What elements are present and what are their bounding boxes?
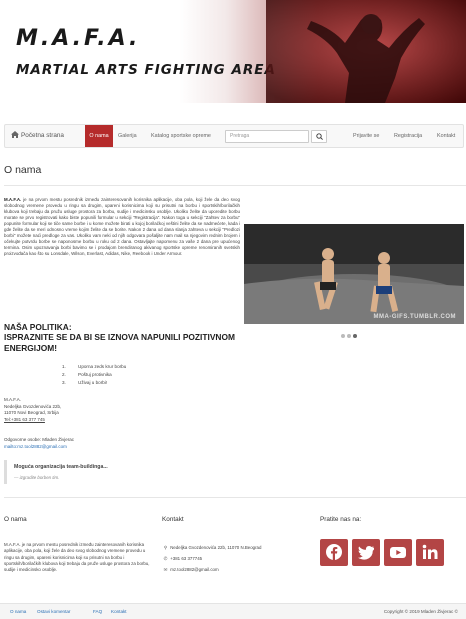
quote-text: Moguća organizacija team-buildinga...	[14, 464, 108, 470]
main-navbar: Početna strana O nama Galerija Katalog s…	[4, 124, 464, 148]
address-block: M.A.F.A. Nedeljka Gvozdenovića 22b, 1107…	[4, 397, 61, 423]
divider	[4, 185, 466, 186]
slider-dot-active[interactable]	[353, 334, 357, 338]
header-banner: M.A.F.A. MARTIAL ARTS FIGHTING AREA	[4, 0, 466, 103]
quote-footer: — izgradite borben tim.	[14, 475, 60, 480]
footer-bottom-bar: O nama Ostavi komentar FAQ Kontakt Copyr…	[0, 603, 466, 619]
intro-paragraph: M.A.F.A. je na prvom mestu posrednik izm…	[4, 197, 240, 257]
nav-home-link[interactable]: Početna strana	[11, 125, 64, 147]
intro-brand: M.A.F.A.	[4, 197, 22, 202]
nav-catalog-link[interactable]: Katalog sportske opreme	[151, 125, 211, 147]
list-item: 1. Uporna zeds krur borbu	[62, 364, 127, 369]
facebook-icon	[326, 544, 342, 560]
policy-text: ISPRAZNITE SE DA BI SE IZNOVA NAPUNILI P…	[4, 332, 235, 353]
owner-block: Odgovorne osobe: Mladen Živjerac mailto:…	[4, 437, 74, 450]
divider	[4, 497, 466, 498]
footer-about-heading: O nama	[4, 516, 27, 523]
email-link[interactable]: mailto:mz.tool2882@gmail.com	[4, 444, 74, 451]
contact-phone[interactable]: ✆ +381 63 377745	[162, 553, 261, 564]
contact-email[interactable]: ✉ mz.tool2882@gmail.com	[162, 564, 261, 575]
list-item: 3. Uživaj u borbi!	[62, 380, 108, 385]
nav-about-link[interactable]: O nama	[85, 125, 113, 147]
youtube-icon	[390, 547, 406, 558]
footer-contact-list: ⚲ Nedeljka Gvozdenovića 22b, 11070 N.Beo…	[162, 542, 262, 575]
map-marker-icon: ⚲	[163, 545, 168, 550]
search-input[interactable]: Pretraga	[225, 130, 309, 143]
slider-watermark: MMA-GIFS.TUMBLR.COM	[373, 314, 456, 320]
blockquote: Moguća organizacija team-buildinga... — …	[4, 460, 240, 484]
fight-photo	[244, 224, 464, 324]
footer-link-comment[interactable]: Ostavi komentar	[37, 609, 70, 614]
nav-register-link[interactable]: Registracija	[394, 125, 422, 147]
nav-login-link[interactable]: Prijavite se	[353, 125, 379, 147]
twitter-icon	[358, 546, 374, 560]
envelope-icon: ✉	[163, 567, 168, 572]
linkedin-icon	[422, 544, 438, 559]
linkedin-button[interactable]	[416, 539, 444, 566]
policy-heading: NAŠA POLITIKA:	[4, 322, 72, 332]
footer-link-contact[interactable]: Kontakt	[111, 609, 127, 614]
youtube-button[interactable]	[384, 539, 412, 566]
intro-text: je na prvom mestu posrednik između zaint…	[4, 197, 240, 257]
phone-icon: ✆	[163, 556, 168, 561]
copyright: Copyright © 2019 Mladen Živjerac ©	[383, 609, 458, 614]
nav-gallery-link[interactable]: Galerija	[118, 125, 137, 147]
nav-contact-link[interactable]: Kontakt	[437, 125, 455, 147]
owner-label: Odgovorne osobe: Mladen Živjerac	[4, 437, 75, 442]
footer-link-about[interactable]: O nama	[10, 609, 26, 614]
footer-contact-heading: Kontakt	[162, 516, 184, 523]
image-slider[interactable]: MMA-GIFS.TUMBLR.COM	[244, 224, 464, 324]
slider-indicators	[341, 334, 359, 340]
address-city: 11070 Novi Beograd, Srbija	[4, 410, 59, 415]
facebook-button[interactable]	[320, 539, 348, 566]
footer-link-faq[interactable]: FAQ	[93, 609, 102, 614]
twitter-button[interactable]	[352, 539, 380, 566]
rules-list: 1. Uporna zeds krur borbu 2. Poštuj protiv…	[62, 363, 126, 387]
page-title: O nama	[4, 164, 42, 176]
site-logo-title: M.A.F.A.	[16, 26, 141, 51]
contact-address: ⚲ Nedeljka Gvozdenovića 22b, 11070 N.Beo…	[162, 542, 262, 553]
search-icon	[316, 133, 323, 140]
slider-dot[interactable]	[347, 334, 351, 338]
phone-link[interactable]: Tel:+381 63 377 745	[4, 417, 61, 424]
slider-dot[interactable]	[341, 334, 345, 338]
footer-about-text: M.A.F.A. je na prvom mestu posrednik izm…	[4, 542, 150, 573]
list-item: 2. Poštuj protivnika	[62, 372, 112, 377]
fighter-image	[266, 0, 466, 103]
site-logo-subtitle: MARTIAL ARTS FIGHTING AREA	[16, 62, 276, 78]
nav-home-label: Početna strana	[21, 132, 64, 139]
search-button[interactable]	[311, 130, 327, 143]
home-icon	[11, 131, 19, 138]
footer-follow-heading: Pratite nas na:	[320, 516, 362, 523]
